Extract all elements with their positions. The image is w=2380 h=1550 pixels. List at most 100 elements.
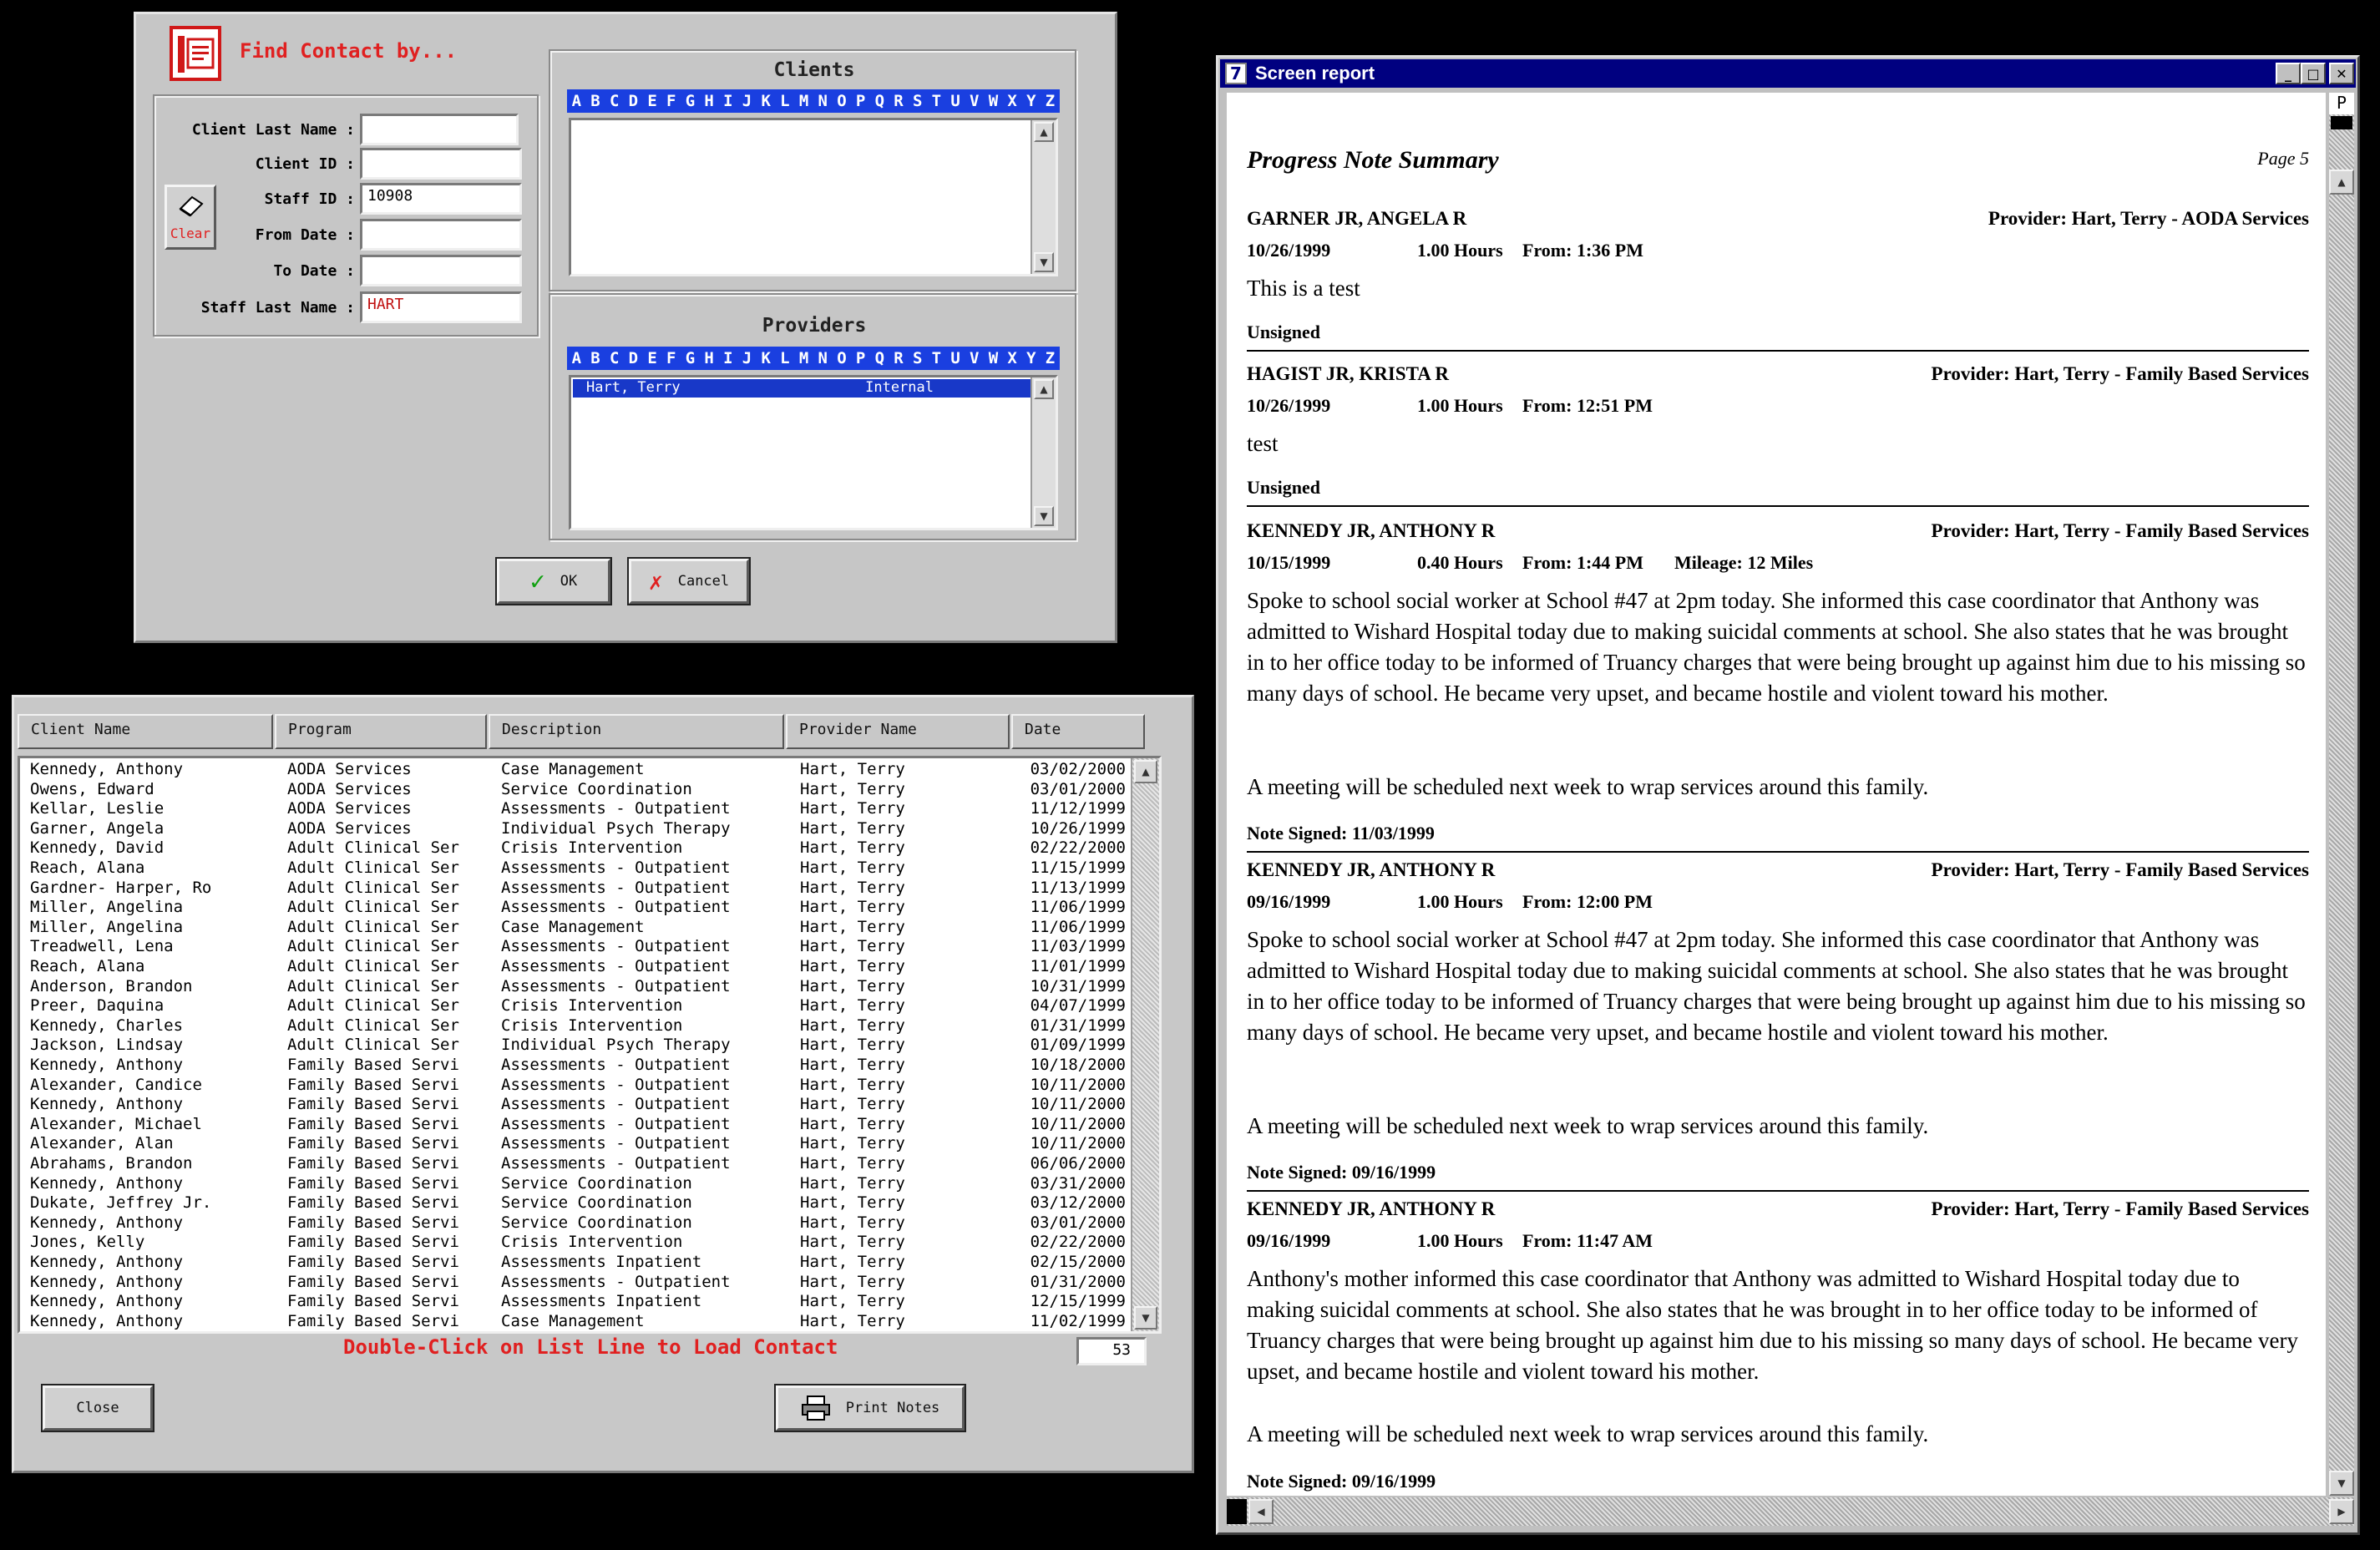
alphabet-letter-u[interactable]: U	[950, 349, 960, 367]
alphabet-letter-v[interactable]: V	[970, 349, 979, 367]
table-row[interactable]: Kennedy, Anthony Family Based Servi Case M…	[20, 1312, 1131, 1330]
alphabet-letter-f[interactable]: F	[666, 349, 676, 367]
print-notes-button[interactable]: Print Notes	[774, 1384, 966, 1432]
alphabet-letter-n[interactable]: N	[818, 349, 828, 367]
scroll-up-icon[interactable]: ▲	[1034, 379, 1054, 399]
alphabet-letter-f[interactable]: F	[666, 92, 676, 110]
table-row[interactable]: Preer, Daquina Adult Clinical Ser Crisis I…	[20, 996, 1131, 1016]
alphabet-letter-i[interactable]: I	[723, 92, 732, 110]
alphabet-letter-h[interactable]: H	[704, 349, 713, 367]
column-header-program[interactable]: Program	[275, 714, 487, 749]
alphabet-letter-a[interactable]: A	[572, 92, 581, 110]
table-row[interactable]: Kennedy, Anthony Family Based Servi Assess…	[20, 1292, 1131, 1312]
table-row[interactable]: Dukate, Jeffrey Jr. Family Based Servi Ser…	[20, 1193, 1131, 1213]
scroll-up-icon[interactable]: ▲	[1134, 760, 1157, 783]
table-row[interactable]: Abrahams, Brandon Family Based Servi Asses…	[20, 1154, 1131, 1174]
alphabet-letter-p[interactable]: P	[856, 349, 865, 367]
alphabet-letter-k[interactable]: K	[761, 92, 770, 110]
alphabet-letter-c[interactable]: C	[610, 349, 619, 367]
alphabet-letter-d[interactable]: D	[629, 92, 638, 110]
alphabet-letter-h[interactable]: H	[704, 92, 713, 110]
client-id-field[interactable]	[360, 148, 522, 180]
alphabet-letter-g[interactable]: G	[686, 92, 695, 110]
alphabet-letter-l[interactable]: L	[780, 92, 789, 110]
close-icon[interactable]: ✕	[2329, 63, 2354, 84]
alphabet-letter-m[interactable]: M	[799, 92, 808, 110]
clients-alphabet-bar[interactable]: ABCDEFGHIJKLMNOPQRSTUVWXYZ	[567, 89, 1060, 113]
report-titlebar[interactable]: 7 Screen report _ □ ✕	[1220, 59, 2356, 88]
alphabet-letter-r[interactable]: R	[894, 92, 903, 110]
table-row[interactable]: Kennedy, Anthony Family Based Servi Assess…	[20, 1056, 1131, 1076]
alphabet-letter-d[interactable]: D	[629, 349, 638, 367]
alphabet-letter-x[interactable]: X	[1007, 349, 1016, 367]
scroll-right-icon[interactable]: ▶	[2329, 1499, 2354, 1524]
table-row[interactable]: Kennedy, Anthony Family Based Servi Servic…	[20, 1213, 1131, 1233]
table-row[interactable]: Kennedy, Anthony Family Based Servi Assess…	[20, 1253, 1131, 1273]
alphabet-letter-z[interactable]: Z	[1046, 92, 1055, 110]
contact-list[interactable]: Kennedy, Anthony AODA Services Case Manage…	[18, 756, 1162, 1334]
table-row[interactable]: Jackson, Lindsay Adult Clinical Ser Indivi…	[20, 1036, 1131, 1056]
alphabet-letter-w[interactable]: W	[989, 92, 998, 110]
alphabet-letter-q[interactable]: Q	[875, 92, 884, 110]
scroll-left-block[interactable]	[1227, 1499, 1247, 1524]
alphabet-letter-j[interactable]: J	[742, 349, 752, 367]
alphabet-letter-y[interactable]: Y	[1026, 349, 1036, 367]
table-row[interactable]: Gardner- Harper, Ro Adult Clinical Ser Ass…	[20, 879, 1131, 899]
alphabet-letter-s[interactable]: S	[913, 92, 922, 110]
alphabet-letter-r[interactable]: R	[894, 349, 903, 367]
alphabet-letter-t[interactable]: T	[932, 92, 941, 110]
alphabet-letter-i[interactable]: I	[723, 349, 732, 367]
table-row[interactable]: Reach, Alana Adult Clinical Ser Assessment…	[20, 957, 1131, 977]
table-row[interactable]: Anderson, Brandon Adult Clinical Ser Asses…	[20, 977, 1131, 997]
alphabet-letter-t[interactable]: T	[932, 349, 941, 367]
alphabet-letter-u[interactable]: U	[950, 92, 960, 110]
scroll-down-icon[interactable]: ▼	[1034, 252, 1054, 272]
alphabet-letter-s[interactable]: S	[913, 349, 922, 367]
alphabet-letter-p[interactable]: P	[856, 92, 865, 110]
alphabet-letter-y[interactable]: Y	[1026, 92, 1036, 110]
alphabet-letter-n[interactable]: N	[818, 92, 828, 110]
alphabet-letter-q[interactable]: Q	[875, 349, 884, 367]
minimize-icon[interactable]: _	[2276, 63, 2301, 84]
table-row[interactable]: Kennedy, Anthony Family Based Servi Assess…	[20, 1095, 1131, 1115]
scroll-up-icon[interactable]: ▲	[2329, 170, 2354, 195]
alphabet-letter-k[interactable]: K	[761, 349, 770, 367]
column-header-provider-name[interactable]: Provider Name	[786, 714, 1010, 749]
client-last-name-field[interactable]	[360, 114, 519, 145]
alphabet-letter-w[interactable]: W	[989, 349, 998, 367]
alphabet-letter-m[interactable]: M	[799, 349, 808, 367]
table-row[interactable]: Treadwell, Lena Adult Clinical Ser Assessm…	[20, 937, 1131, 957]
table-row[interactable]: Kennedy, Anthony Family Based Servi Assess…	[20, 1273, 1131, 1293]
close-button[interactable]: Close	[41, 1384, 154, 1432]
alphabet-letter-b[interactable]: B	[590, 349, 600, 367]
alphabet-letter-v[interactable]: V	[970, 92, 979, 110]
alphabet-letter-a[interactable]: A	[572, 349, 581, 367]
clients-list[interactable]: ▲ ▼	[569, 118, 1058, 276]
provider-row-selected[interactable]: Hart, Terry Internal	[573, 379, 1032, 398]
ok-button[interactable]: ✓ OK	[495, 557, 612, 605]
alphabet-letter-o[interactable]: O	[837, 92, 846, 110]
scroll-left-icon[interactable]: ◀	[1248, 1499, 1274, 1524]
alphabet-letter-z[interactable]: Z	[1046, 349, 1055, 367]
column-header-date[interactable]: Date	[1011, 714, 1145, 749]
table-row[interactable]: Miller, Angelina Adult Clinical Ser Assess…	[20, 898, 1131, 918]
alphabet-letter-g[interactable]: G	[686, 349, 695, 367]
table-row[interactable]: Miller, Angelina Adult Clinical Ser Case M…	[20, 918, 1131, 938]
cancel-button[interactable]: ✗ Cancel	[627, 557, 751, 605]
table-row[interactable]: Kennedy, Anthony Family Based Servi Servic…	[20, 1174, 1131, 1194]
alphabet-letter-e[interactable]: E	[647, 92, 656, 110]
scroll-down-icon[interactable]: ▼	[1134, 1306, 1157, 1330]
column-header-description[interactable]: Description	[489, 714, 784, 749]
alphabet-letter-c[interactable]: C	[610, 92, 619, 110]
scroll-up-icon[interactable]: ▲	[1034, 122, 1054, 142]
providers-scrollbar[interactable]: ▲ ▼	[1030, 377, 1056, 528]
table-row[interactable]: Kellar, Leslie AODA Services Assessments -…	[20, 799, 1131, 819]
table-row[interactable]: Alexander, Alan Family Based Servi Assessm…	[20, 1134, 1131, 1154]
alphabet-letter-l[interactable]: L	[780, 349, 789, 367]
scroll-down-icon[interactable]: ▼	[1034, 506, 1054, 526]
clear-button[interactable]: Clear	[165, 185, 216, 250]
table-row[interactable]: Reach, Alana Adult Clinical Ser Assessment…	[20, 859, 1131, 879]
staff-id-field[interactable]: 10908	[360, 183, 522, 215]
table-row[interactable]: Alexander, Michael Family Based Servi Asse…	[20, 1115, 1131, 1135]
report-horizontal-scrollbar[interactable]: ◀ ▶	[1227, 1497, 2354, 1526]
